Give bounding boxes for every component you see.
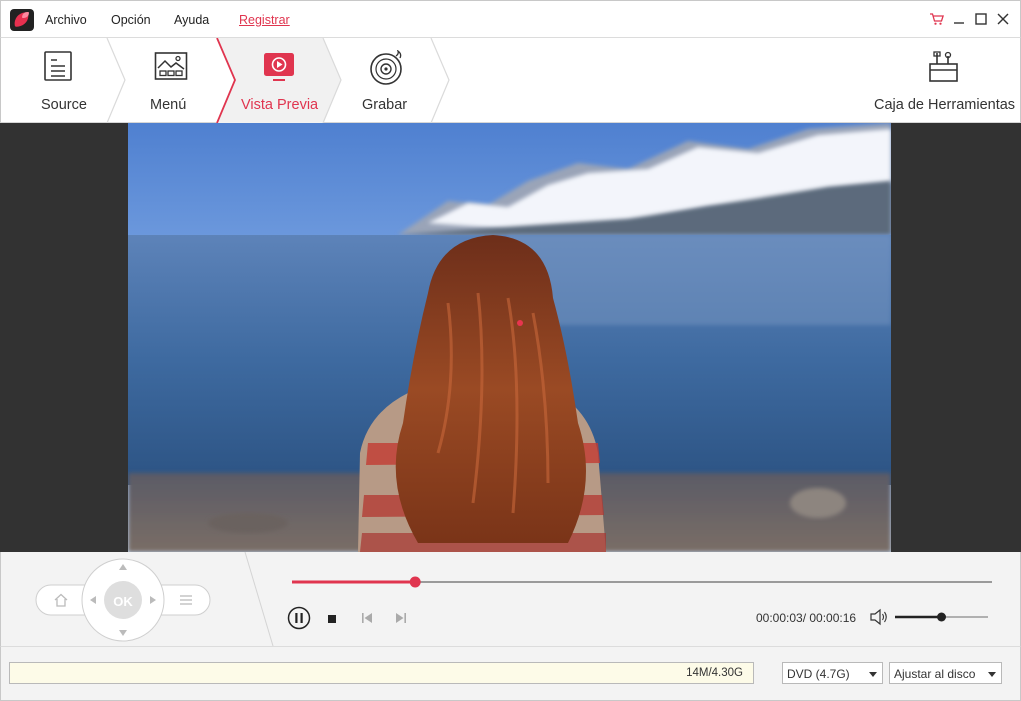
progress-slider[interactable] [289, 574, 995, 590]
preview-area [0, 123, 1021, 552]
burn-disc-icon [368, 49, 406, 89]
chevron-down-icon [869, 672, 877, 677]
step-menu-label: Menú [150, 97, 187, 113]
progress-knob[interactable] [409, 576, 421, 588]
menu-image-icon [154, 50, 188, 87]
volume-slider[interactable] [893, 610, 991, 624]
volume-icon[interactable] [869, 608, 889, 626]
toolbox-icon [927, 50, 961, 87]
title-bar: Archivo Opción Ayuda Registrar [0, 0, 1021, 38]
app-logo [10, 9, 34, 31]
ok-label: OK [113, 593, 133, 609]
volume-knob[interactable] [937, 612, 946, 622]
stop-button[interactable] [327, 613, 337, 623]
video-scene-image [128, 123, 891, 552]
close-icon[interactable] [994, 10, 1012, 28]
list-icon[interactable] [178, 592, 194, 608]
step-preview-label: Vista Previa [241, 97, 319, 113]
toolbox-label: Caja de Herramientas [874, 97, 1016, 113]
chevron-down-icon [988, 672, 996, 677]
previous-button[interactable] [361, 612, 373, 624]
time-display: 00:00:03/ 00:00:16 [756, 611, 857, 625]
pause-button[interactable] [287, 606, 311, 630]
register-link[interactable]: Registrar [239, 13, 290, 27]
video-frame [128, 123, 891, 552]
fit-mode-select[interactable]: Ajustar al disco [889, 662, 1002, 684]
source-document-icon [43, 50, 75, 87]
menu-ayuda[interactable]: Ayuda [174, 13, 209, 27]
step-source-label: Source [41, 97, 87, 113]
fit-mode-value: Ajustar al disco [894, 667, 976, 681]
minimize-icon[interactable] [950, 10, 968, 28]
status-bar: 14M/4.30G DVD (4.7G) Ajustar al disco [0, 646, 1021, 701]
playback-controls: OK 00:00:03/ 00:00:16 [0, 552, 1021, 646]
capacity-text: 14M/4.30G [686, 667, 743, 679]
next-button[interactable] [395, 612, 407, 624]
menu-archivo[interactable]: Archivo [45, 13, 87, 27]
step-burn-label: Grabar [362, 97, 408, 113]
maximize-icon[interactable] [972, 10, 990, 28]
home-icon[interactable] [53, 592, 69, 608]
ok-button[interactable]: OK [104, 582, 142, 620]
disc-type-value: DVD (4.7G) [787, 667, 850, 681]
step-toolbar: Source Menú Vista Previa Grabar Caja de … [0, 38, 1021, 123]
disc-capacity-bar: 14M/4.30G [9, 662, 754, 684]
disc-type-select[interactable]: DVD (4.7G) [782, 662, 883, 684]
menu-opcion[interactable]: Opción [111, 13, 151, 27]
preview-play-icon [263, 50, 295, 87]
cart-icon[interactable] [928, 10, 946, 28]
